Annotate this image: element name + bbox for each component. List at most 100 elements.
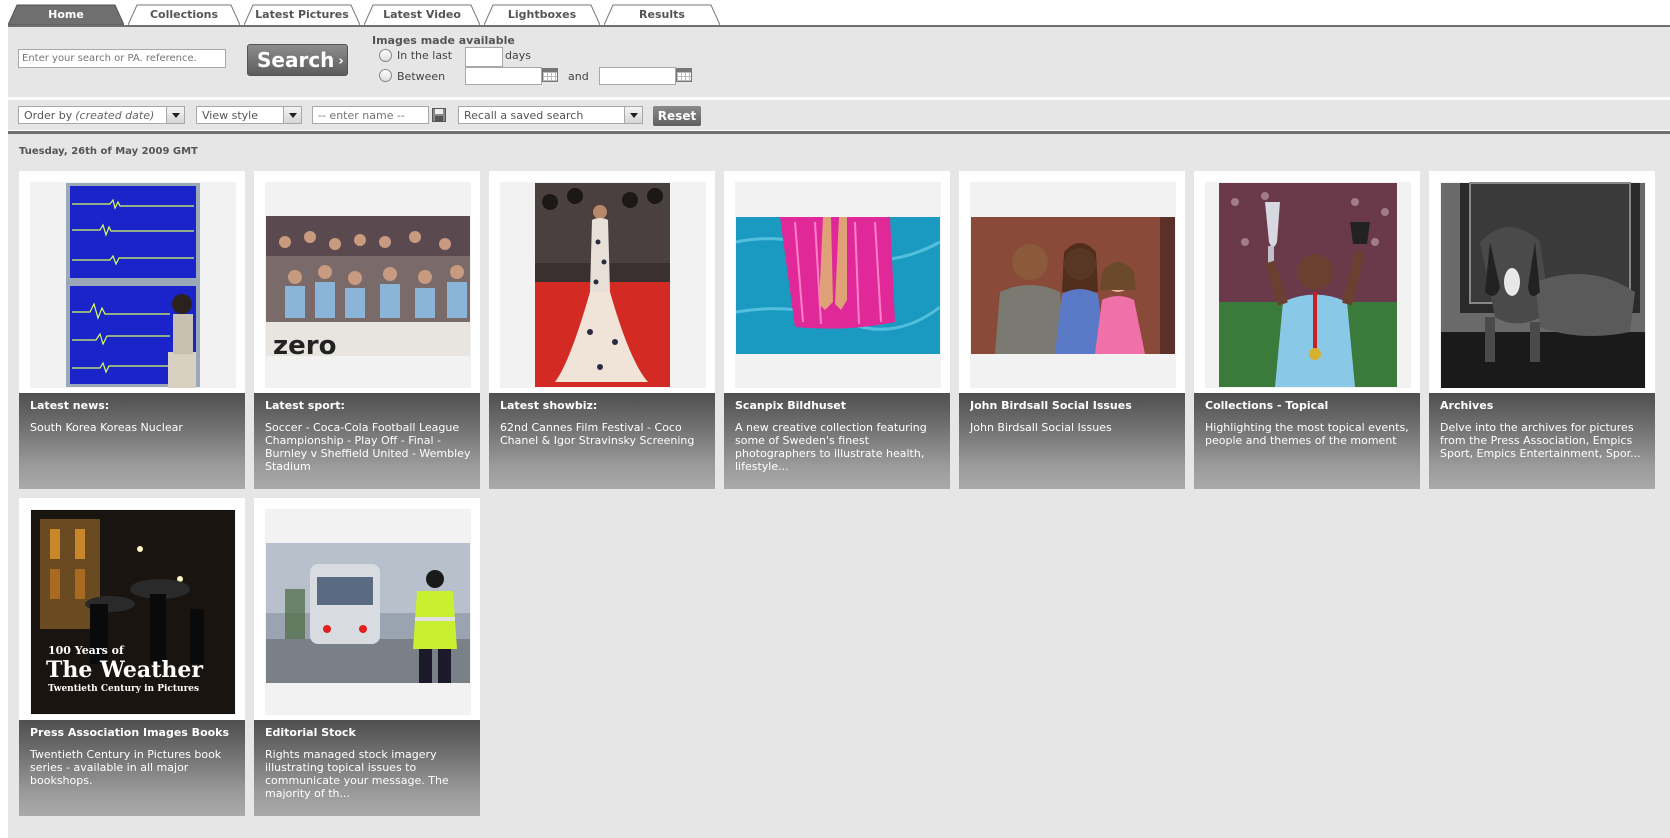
calendar-icon[interactable]	[542, 68, 558, 82]
book-cover-line3: Twentieth Century in Pictures	[48, 684, 199, 694]
weather-book-cover: 100 Years of The Weather Twentieth Centu…	[31, 510, 235, 714]
tab-results[interactable]: Results	[604, 4, 720, 26]
collection-card-archives[interactable]: Archives Delve into the archives for pic…	[1429, 171, 1655, 489]
collection-card-pa-images-books[interactable]: 100 Years of The Weather Twentieth Centu…	[19, 498, 245, 816]
chevron-right-icon: ›	[338, 54, 344, 69]
bloodhound-archive-photo	[1441, 182, 1645, 388]
tab-lightboxes-label: Lightboxes	[507, 8, 577, 21]
card-title: John Birdsall Social Issues	[970, 399, 1132, 412]
view-style-label: View style	[202, 108, 258, 122]
in-the-last-radio[interactable]	[379, 49, 392, 62]
card-image[interactable]	[265, 509, 471, 715]
chevron-down-icon	[166, 107, 184, 123]
football-fans-photo: zero	[266, 216, 470, 361]
collection-card-latest-news[interactable]: Latest news: South Korea Koreas Nuclear	[19, 171, 245, 489]
options-row: Order by (created date) View style Recal…	[8, 100, 1670, 130]
card-description: Delve into the archives for pictures fro…	[1440, 421, 1641, 460]
card-image[interactable]	[30, 182, 236, 388]
card-title: Editorial Stock	[265, 726, 356, 739]
card-image[interactable]	[735, 182, 941, 388]
collection-card-editorial-stock[interactable]: Editorial Stock Rights managed stock ima…	[254, 498, 480, 816]
trophy-celebration-photo	[1219, 183, 1397, 387]
seismograph-photo	[66, 183, 200, 388]
tab-lightboxes[interactable]: Lightboxes	[484, 4, 600, 26]
order-by-label: Order by	[24, 108, 73, 122]
card-caption: John Birdsall Social Issues John Birdsal…	[959, 393, 1185, 489]
tab-home[interactable]: Home	[8, 4, 124, 26]
chevron-down-icon	[624, 107, 642, 123]
view-style-select[interactable]: View style	[196, 106, 302, 124]
save-icon[interactable]	[432, 108, 446, 122]
tab-home-label: Home	[48, 8, 84, 21]
collection-card-john-birdsall[interactable]: John Birdsall Social Issues John Birdsal…	[959, 171, 1185, 489]
police-officer-photo	[266, 543, 470, 683]
card-image[interactable]: 100 Years of The Weather Twentieth Centu…	[30, 509, 236, 715]
card-title: Latest sport:	[265, 399, 345, 412]
images-available-title: Images made available	[372, 34, 515, 47]
search-button[interactable]: Search ›	[247, 44, 348, 76]
between-label: Between	[397, 70, 446, 83]
card-image[interactable]: zero	[265, 182, 471, 388]
search-name-input[interactable]	[312, 106, 429, 124]
card-title: Latest news:	[30, 399, 110, 412]
recall-saved-search-select[interactable]: Recall a saved search	[458, 106, 643, 124]
card-image[interactable]	[970, 182, 1176, 388]
card-image[interactable]	[1205, 182, 1411, 388]
collection-card-latest-showbiz[interactable]: Latest showbiz: 62nd Cannes Film Festiva…	[489, 171, 715, 489]
search-panel: Search › Images made available In the la…	[8, 27, 1670, 97]
book-cover-line1: 100 Years of	[48, 644, 125, 657]
card-image[interactable]	[500, 182, 706, 388]
chevron-down-icon	[283, 107, 301, 123]
card-description: Highlighting the most topical events, pe…	[1205, 421, 1409, 447]
tab-latest-video-label: Latest Video	[383, 8, 461, 21]
tab-results-label: Results	[639, 8, 685, 21]
card-title: Scanpix Bildhuset	[735, 399, 846, 412]
tab-latest-pictures[interactable]: Latest Pictures	[244, 4, 360, 26]
in-the-last-label: In the last	[397, 49, 453, 62]
pool-float-photo	[735, 217, 941, 354]
card-caption: Latest showbiz: 62nd Cannes Film Festiva…	[489, 393, 715, 489]
card-description: John Birdsall Social Issues	[970, 421, 1112, 434]
search-button-label: Search	[257, 48, 335, 72]
card-description: Twentieth Century in Pictures book serie…	[30, 748, 222, 787]
tab-collections[interactable]: Collections	[128, 4, 240, 26]
card-caption: Press Association Images Books Twentieth…	[19, 720, 245, 816]
card-caption: Latest news: South Korea Koreas Nuclear	[19, 393, 245, 489]
card-caption: Archives Delve into the archives for pic…	[1429, 393, 1655, 489]
start-date-field[interactable]	[465, 67, 542, 85]
tab-latest-pictures-label: Latest Pictures	[255, 8, 349, 21]
card-image[interactable]	[1440, 182, 1646, 388]
family-portrait-photo	[971, 217, 1175, 354]
days-field[interactable]	[465, 47, 503, 67]
card-description: 62nd Cannes Film Festival - Coco Chanel …	[500, 421, 695, 447]
card-title: Archives	[1440, 399, 1494, 412]
between-radio[interactable]	[379, 69, 392, 82]
collection-card-latest-sport[interactable]: zero Latest sport: Soccer - Coca-Cola Fo…	[254, 171, 480, 489]
order-by-select[interactable]: Order by (created date)	[18, 106, 185, 124]
banner-text: zero	[273, 331, 336, 361]
card-description: Rights managed stock imagery illustratin…	[265, 748, 449, 800]
card-title: Press Association Images Books	[30, 726, 230, 739]
recall-saved-search-label: Recall a saved search	[464, 108, 584, 122]
days-label: days	[505, 49, 531, 62]
end-date-field[interactable]	[599, 67, 676, 85]
collection-card-collections-topical[interactable]: Collections - Topical Highlighting the m…	[1194, 171, 1420, 489]
content-area: Tuesday, 26th of May 2009 GMT Latest new…	[8, 134, 1670, 838]
calendar-icon[interactable]	[676, 68, 692, 82]
search-input[interactable]	[18, 49, 226, 68]
card-title: Collections - Topical	[1205, 399, 1329, 412]
card-description: South Korea Koreas Nuclear	[30, 421, 183, 434]
date-heading: Tuesday, 26th of May 2009 GMT	[19, 146, 198, 157]
card-caption: Editorial Stock Rights managed stock ima…	[254, 720, 480, 816]
tab-latest-video[interactable]: Latest Video	[364, 4, 480, 26]
book-cover-line2: The Weather	[46, 657, 203, 683]
tab-collections-label: Collections	[149, 8, 219, 21]
card-description: Soccer - Coca-Cola Football League Champ…	[265, 421, 471, 473]
collection-card-scanpix-bildhuset[interactable]: Scanpix Bildhuset A new creative collect…	[724, 171, 950, 489]
and-label: and	[568, 70, 589, 83]
reset-button[interactable]: Reset	[653, 106, 701, 126]
card-caption: Scanpix Bildhuset A new creative collect…	[724, 393, 950, 489]
card-description: A new creative collection featuring some…	[735, 421, 927, 473]
card-title: Latest showbiz:	[500, 399, 598, 412]
card-caption: Latest sport: Soccer - Coca-Cola Footbal…	[254, 393, 480, 489]
